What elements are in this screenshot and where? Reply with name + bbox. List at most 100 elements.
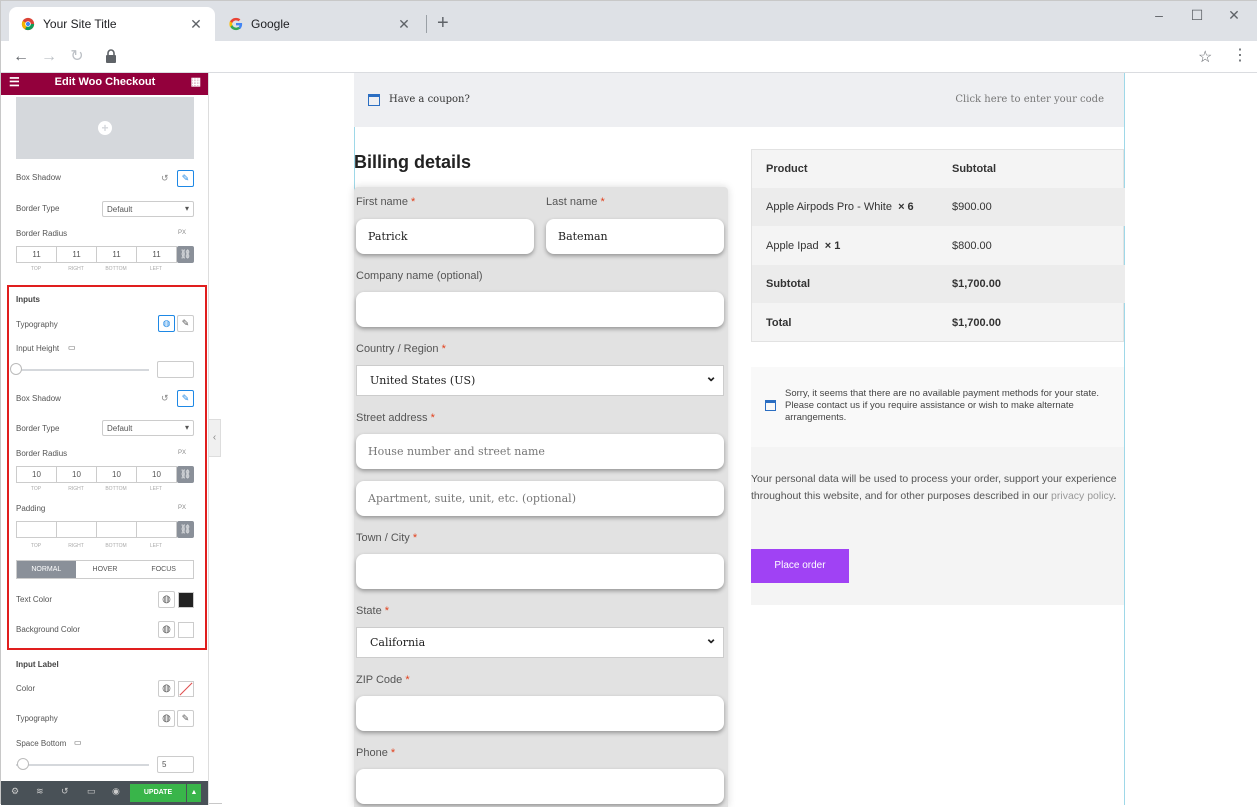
privacy-text: Your personal data will be used to proce… [751, 471, 1124, 505]
box-shadow-label: Box Shadow [16, 394, 61, 403]
layers-icon[interactable]: ≋ [36, 786, 44, 797]
privacy-policy-link[interactable]: privacy policy [1051, 490, 1113, 502]
edit-pencil-icon[interactable]: ✎ [177, 170, 194, 187]
space-bottom-slider-track[interactable] [16, 764, 149, 766]
inputs-section-title[interactable]: Inputs [16, 295, 40, 304]
new-tab-button[interactable]: + [437, 13, 449, 33]
menu-kebab-icon[interactable]: ⋮ [1232, 46, 1248, 66]
radius-top-input[interactable]: 11 [16, 246, 57, 263]
no-color-swatch[interactable] [178, 681, 194, 697]
tab-focus[interactable]: FOCUS [134, 561, 193, 578]
history-icon[interactable]: ↺ [61, 786, 69, 797]
desktop-icon[interactable]: ▭ [74, 738, 82, 747]
padding-top-input[interactable] [16, 521, 57, 538]
unit-selector[interactable]: PX [178, 450, 186, 456]
total-row: Total $1,700.00 [752, 304, 1125, 342]
input-height-slider-handle[interactable] [10, 363, 22, 375]
minimize-icon[interactable]: – [1149, 7, 1169, 23]
unit-selector[interactable]: PX [178, 230, 186, 236]
settings-gear-icon[interactable]: ⚙ [11, 786, 19, 797]
radius-left-input[interactable]: 10 [136, 466, 177, 483]
window-close-icon[interactable]: ✕ [1224, 7, 1244, 24]
padding-right-input[interactable] [56, 521, 97, 538]
unit-selector[interactable]: PX [178, 505, 186, 511]
padding-left-input[interactable] [136, 521, 177, 538]
first-name-label: First name * [356, 196, 415, 208]
street2-input[interactable]: Apartment, suite, unit, etc. (optional) [356, 481, 724, 516]
first-name-input[interactable]: Patrick [356, 219, 534, 254]
link-values-icon[interactable]: ⛓ [177, 246, 194, 263]
input-height-value[interactable] [157, 361, 194, 378]
radius-right-input[interactable]: 10 [56, 466, 97, 483]
radius-left-input[interactable]: 11 [136, 246, 177, 263]
radius-bottom-input[interactable]: 10 [96, 466, 137, 483]
last-name-input[interactable]: Bateman [546, 219, 724, 254]
label-text: Phone [356, 747, 388, 759]
back-icon[interactable]: ← [11, 47, 31, 67]
coupon-link[interactable]: Click here to enter your code [955, 94, 1104, 105]
tab-normal[interactable]: NORMAL [17, 561, 76, 578]
tab-google[interactable]: Google ✕ [217, 7, 423, 41]
bookmark-star-icon[interactable]: ☆ [1198, 47, 1212, 67]
zip-input[interactable] [356, 696, 724, 731]
desktop-icon[interactable]: ▭ [68, 343, 76, 352]
coupon-text: Have a coupon? [389, 94, 470, 105]
input-height-slider-track[interactable] [16, 369, 149, 371]
table-header-row: Product Subtotal [752, 150, 1125, 188]
chevron-up-icon[interactable]: ▲ [187, 784, 201, 802]
responsive-icon[interactable]: ▭ [87, 786, 96, 797]
maximize-icon[interactable]: ☐ [1187, 7, 1207, 24]
link-values-icon[interactable]: ⛓ [177, 521, 194, 538]
globe-icon[interactable]: ◍ [158, 710, 175, 727]
space-bottom-value[interactable]: 5 [157, 756, 194, 773]
text-color-swatch[interactable] [178, 592, 194, 608]
hamburger-icon[interactable]: ☰ [9, 73, 20, 91]
edit-pencil-icon[interactable]: ✎ [177, 710, 194, 727]
place-order-button[interactable]: Place order [751, 549, 849, 583]
radius-top-input[interactable]: 10 [16, 466, 57, 483]
tab-strip: Your Site Title ✕ Google ✕ + – ☐ ✕ [1, 1, 1257, 41]
required-mark: * [430, 412, 435, 424]
side-labels: TOP RIGHT BOTTOM LEFT [16, 266, 176, 272]
table-row: Apple Ipad × 1 $800.00 [752, 227, 1125, 265]
grid-icon[interactable]: ▦ [191, 73, 201, 91]
phone-input[interactable] [356, 769, 724, 804]
close-icon[interactable]: ✕ [397, 16, 411, 33]
tab-your-site-title[interactable]: Your Site Title ✕ [9, 7, 215, 41]
preview-eye-icon[interactable]: ◉ [112, 786, 120, 797]
globe-icon[interactable]: ◍ [158, 591, 175, 608]
product-name: Apple Ipad × 1 [766, 240, 840, 252]
link-values-icon[interactable]: ⛓ [177, 466, 194, 483]
edit-pencil-icon[interactable]: ✎ [177, 390, 194, 407]
company-input[interactable] [356, 292, 724, 327]
border-type-select[interactable]: Default [102, 420, 194, 436]
globe-icon[interactable]: ◍ [158, 315, 175, 332]
edit-pencil-icon[interactable]: ✎ [177, 315, 194, 332]
collapse-sidebar-handle[interactable]: ‹ [209, 419, 221, 457]
radius-right-input[interactable]: 11 [56, 246, 97, 263]
globe-icon[interactable]: ◍ [158, 621, 175, 638]
border-type-label: Border Type [16, 424, 60, 433]
input-label-section-title[interactable]: Input Label [16, 660, 59, 669]
required-mark: * [412, 532, 418, 544]
required-mark: * [390, 747, 396, 759]
radius-bottom-input[interactable]: 11 [96, 246, 137, 263]
reset-icon[interactable]: ↺ [161, 173, 169, 184]
close-icon[interactable]: ✕ [189, 16, 203, 33]
border-type-select[interactable]: Default [102, 201, 194, 217]
tab-hover[interactable]: HOVER [76, 561, 135, 578]
image-placeholder[interactable]: + [16, 97, 194, 159]
street-input[interactable]: House number and street name [356, 434, 724, 469]
padding-bottom-input[interactable] [96, 521, 137, 538]
box-shadow-label: Box Shadow [16, 173, 61, 182]
reset-icon[interactable]: ↺ [161, 393, 169, 404]
background-color-swatch[interactable] [178, 622, 194, 638]
globe-icon[interactable]: ◍ [158, 680, 175, 697]
city-input[interactable] [356, 554, 724, 589]
space-bottom-slider-handle[interactable] [17, 758, 29, 770]
forward-icon[interactable]: → [39, 47, 59, 67]
update-button[interactable]: UPDATE [130, 784, 186, 802]
country-select[interactable]: United States (US) [356, 365, 724, 396]
state-select[interactable]: California [356, 627, 724, 658]
reload-icon[interactable]: ↻ [67, 47, 87, 67]
